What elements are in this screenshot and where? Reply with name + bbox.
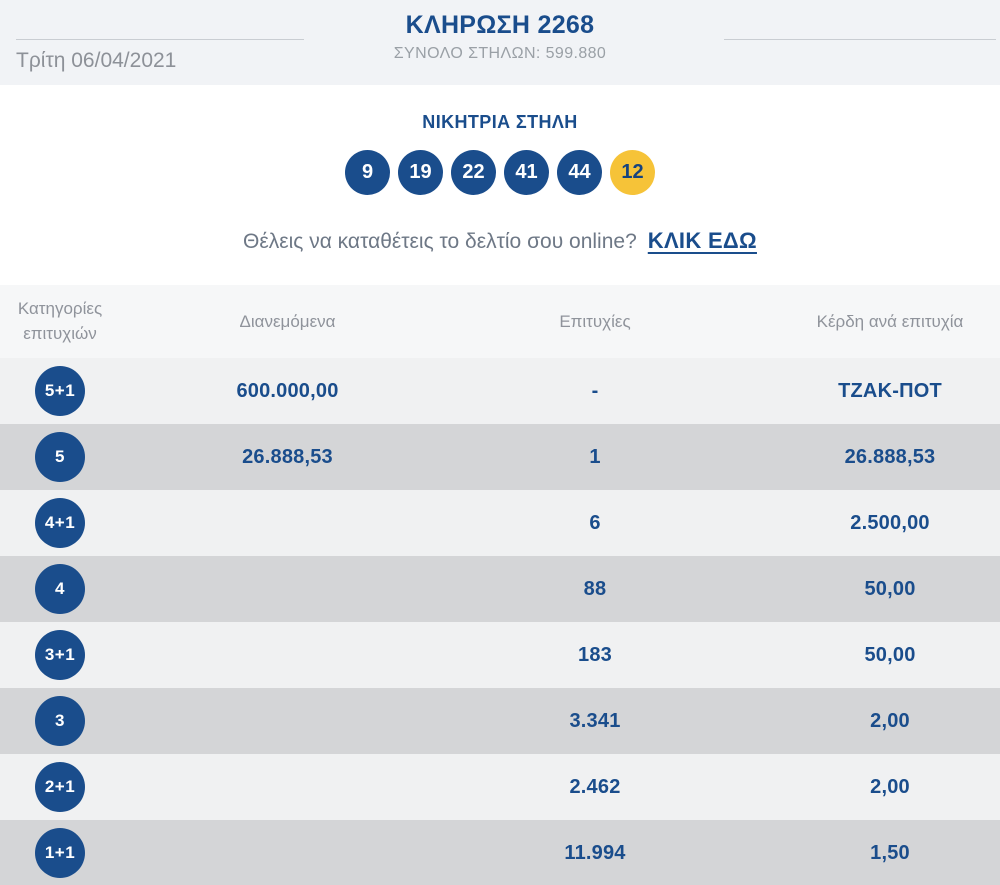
category-badge: 5+1	[35, 366, 85, 416]
table-row: 3 3.341 2,00	[0, 688, 1000, 754]
prize-value: 26.888,53	[844, 445, 936, 468]
header-categories: Κατηγορίες επιτυχιών	[17, 298, 103, 343]
click-here-link[interactable]: ΚΛΙΚ ΕΔΩ	[648, 228, 757, 254]
winning-section: ΝΙΚΗΤΡΙΑ ΣΤΗΛΗ 9 19 22 41 44 12 Θέλεις ν…	[0, 85, 1000, 285]
joker-number-ball: 12	[610, 150, 655, 195]
winners-value: 88	[583, 577, 607, 600]
draw-title: ΚΛΗΡΩΣΗ 2268	[405, 11, 595, 39]
draw-header: ΚΛΗΡΩΣΗ 2268 Τρίτη 06/04/2021 ΣΥΝΟΛΟ ΣΤΗ…	[0, 0, 1000, 85]
winning-numbers: 9 19 22 41 44 12	[0, 150, 1000, 195]
header-winners: Επιτυχίες	[559, 311, 631, 331]
table-row: 4+1 6 2.500,00	[0, 490, 1000, 556]
prize-value: 1,50	[870, 841, 910, 864]
winners-value: 3.341	[569, 709, 621, 732]
header-distributed: Διανεμόμενα	[239, 311, 336, 331]
winning-number-ball: 44	[557, 150, 602, 195]
winning-number-ball: 9	[345, 150, 390, 195]
category-badge: 3+1	[35, 630, 85, 680]
table-header-row: Κατηγορίες επιτυχιών Διανεμόμενα Επιτυχί…	[0, 285, 1000, 358]
winning-number-ball: 22	[451, 150, 496, 195]
winners-value: 11.994	[564, 841, 626, 864]
winners-value: 6	[589, 511, 601, 534]
table-row: 5 26.888,53 1 26.888,53	[0, 424, 1000, 490]
winning-number-ball: 19	[398, 150, 443, 195]
category-badge: 5	[35, 432, 85, 482]
prize-value: 50,00	[864, 577, 916, 600]
category-badge: 1+1	[35, 828, 85, 878]
tzoker-results-page: ΚΛΗΡΩΣΗ 2268 Τρίτη 06/04/2021 ΣΥΝΟΛΟ ΣΤΗ…	[0, 0, 1000, 885]
winners-value: 1	[589, 445, 601, 468]
table-row: 1+1 11.994 1,50	[0, 820, 1000, 885]
winners-value: 183	[578, 643, 612, 666]
prize-value: 2,00	[870, 709, 910, 732]
divider-left	[16, 39, 304, 40]
prize-value: 50,00	[864, 643, 916, 666]
prize-table: Κατηγορίες επιτυχιών Διανεμόμενα Επιτυχί…	[0, 285, 1000, 885]
divider-right	[724, 39, 996, 40]
online-prompt: Θέλεις να καταθέτεις το δελτίο σου onlin…	[0, 228, 1000, 254]
columns-total: ΣΥΝΟΛΟ ΣΤΗΛΩΝ: 599.880	[393, 45, 607, 62]
winners-value: -	[591, 379, 599, 402]
category-badge: 3	[35, 696, 85, 746]
prize-value: ΤΖΑΚ-ΠΟΤ	[838, 379, 942, 402]
online-question-text: Θέλεις να καταθέτεις το δελτίο σου onlin…	[243, 230, 637, 253]
winners-value: 2.462	[569, 775, 621, 798]
prize-value: 2,00	[870, 775, 910, 798]
category-badge: 2+1	[35, 762, 85, 812]
table-row: 3+1 183 50,00	[0, 622, 1000, 688]
table-row: 4 88 50,00	[0, 556, 1000, 622]
table-row: 5+1 600.000,00 - ΤΖΑΚ-ΠΟΤ	[0, 358, 1000, 424]
winning-column-title: ΝΙΚΗΤΡΙΑ ΣΤΗΛΗ	[422, 112, 578, 132]
distributed-value: 600.000,00	[236, 379, 339, 402]
winning-number-ball: 41	[504, 150, 549, 195]
header-prize: Κέρδη ανά επιτυχία	[816, 311, 964, 331]
table-row: 2+1 2.462 2,00	[0, 754, 1000, 820]
distributed-value: 26.888,53	[242, 445, 333, 468]
category-badge: 4	[35, 564, 85, 614]
category-badge: 4+1	[35, 498, 85, 548]
prize-value: 2.500,00	[850, 511, 930, 534]
